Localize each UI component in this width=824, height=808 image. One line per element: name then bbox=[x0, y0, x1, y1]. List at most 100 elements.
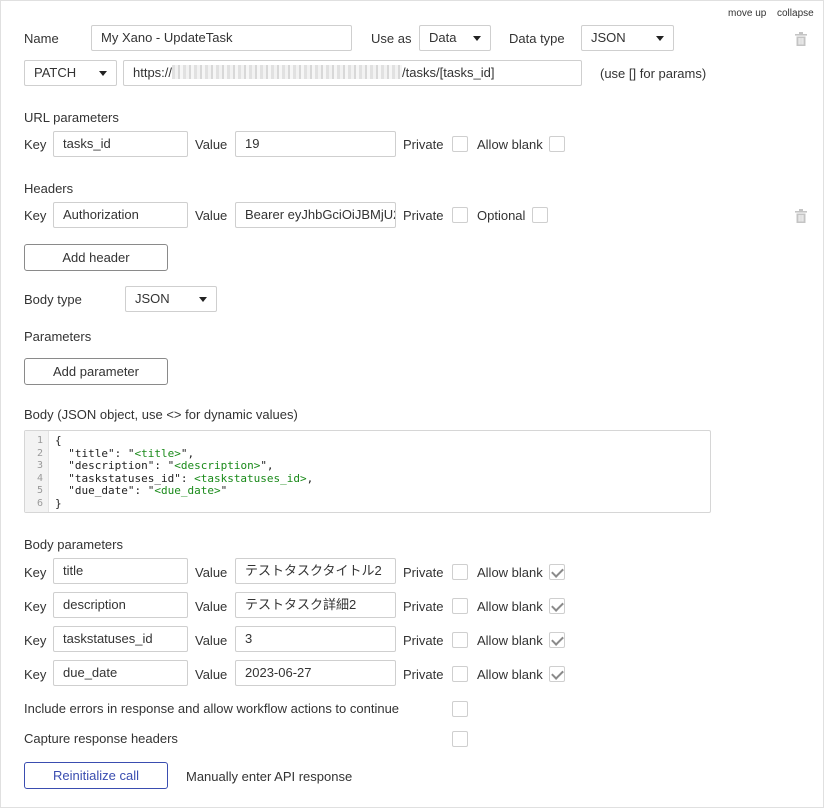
chevron-down-icon bbox=[99, 71, 107, 76]
add-parameter-button[interactable]: Add parameter bbox=[24, 358, 168, 385]
call-name-input[interactable]: My Xano - UpdateTask bbox=[91, 25, 352, 51]
include-errors-label: Include errors in response and allow wor… bbox=[24, 701, 400, 716]
url-redacted-host bbox=[172, 65, 403, 79]
move-up-link[interactable]: move up bbox=[728, 8, 766, 19]
value-label: Value bbox=[195, 633, 228, 648]
body-param-key-input[interactable]: description bbox=[53, 592, 188, 618]
key-label: Key bbox=[24, 565, 47, 580]
chevron-down-icon bbox=[656, 36, 664, 41]
value-label: Value bbox=[195, 667, 228, 682]
key-label: Key bbox=[24, 667, 47, 682]
manually-enter-response-link[interactable]: Manually enter API response bbox=[186, 769, 352, 784]
body-param-key-input[interactable]: title bbox=[53, 558, 188, 584]
use-as-label: Use as bbox=[371, 31, 412, 46]
private-label: Private bbox=[403, 599, 444, 614]
code-text: "title": " bbox=[55, 446, 135, 460]
key-label: Key bbox=[24, 633, 47, 648]
http-method-value: PATCH bbox=[34, 65, 77, 80]
code-text: } bbox=[55, 496, 62, 510]
body-param-allow-blank-checkbox[interactable] bbox=[549, 564, 565, 580]
code-text: "due_date": " bbox=[55, 484, 155, 498]
capture-headers-label: Capture response headers bbox=[24, 731, 178, 746]
use-as-select[interactable]: Data bbox=[419, 25, 491, 51]
line-number: 3 bbox=[36, 460, 43, 472]
private-label: Private bbox=[403, 667, 444, 682]
body-param-key-input[interactable]: due_date bbox=[53, 660, 188, 686]
url-suffix: /tasks/[tasks_id] bbox=[402, 65, 495, 80]
private-label: Private bbox=[403, 208, 444, 223]
header-key-input[interactable]: Authorization bbox=[53, 202, 188, 228]
value-label: Value bbox=[195, 599, 228, 614]
http-method-select[interactable]: PATCH bbox=[24, 60, 117, 86]
key-label: Key bbox=[24, 208, 47, 223]
header-value-input[interactable]: Bearer eyJhbGciOiJBMjU2 bbox=[235, 202, 396, 228]
line-number-gutter: 123456 bbox=[25, 431, 49, 512]
name-label: Name bbox=[24, 31, 59, 46]
header-private-checkbox[interactable] bbox=[452, 207, 468, 223]
url-param-private-checkbox[interactable] bbox=[452, 136, 468, 152]
body-type-select[interactable]: JSON bbox=[125, 286, 217, 312]
url-param-value-input[interactable]: 19 bbox=[235, 131, 396, 157]
add-header-button[interactable]: Add header bbox=[24, 244, 168, 271]
key-label: Key bbox=[24, 599, 47, 614]
allow-blank-label: Allow blank bbox=[477, 599, 543, 614]
collapse-link[interactable]: collapse bbox=[777, 8, 814, 19]
body-param-private-checkbox[interactable] bbox=[452, 598, 468, 614]
capture-headers-checkbox[interactable] bbox=[452, 731, 468, 747]
line-number: 1 bbox=[36, 435, 43, 446]
body-param-value-input[interactable]: テストタスクタイトル2 bbox=[235, 558, 396, 584]
data-type-label: Data type bbox=[509, 31, 565, 46]
url-param-key-input[interactable]: tasks_id bbox=[53, 131, 188, 157]
trash-icon[interactable] bbox=[795, 32, 807, 46]
private-label: Private bbox=[403, 565, 444, 580]
trash-icon[interactable] bbox=[795, 209, 807, 223]
url-input[interactable]: https:// /tasks/[tasks_id] bbox=[123, 60, 582, 86]
allow-blank-label: Allow blank bbox=[477, 137, 543, 152]
value-label: Value bbox=[195, 137, 228, 152]
code-lines: { "title": "<title>", "description": "<d… bbox=[55, 434, 313, 511]
body-param-value-input[interactable]: テストタスク詳細2 bbox=[235, 592, 396, 618]
body-param-private-checkbox[interactable] bbox=[452, 666, 468, 682]
body-param-allow-blank-checkbox[interactable] bbox=[549, 598, 565, 614]
optional-label: Optional bbox=[477, 208, 526, 223]
code-text: { bbox=[55, 434, 62, 447]
include-errors-checkbox[interactable] bbox=[452, 701, 468, 717]
body-param-value-input[interactable]: 2023-06-27 bbox=[235, 660, 396, 686]
header-optional-checkbox[interactable] bbox=[532, 207, 548, 223]
chevron-down-icon bbox=[473, 36, 481, 41]
body-param-value-input[interactable]: 3 bbox=[235, 626, 396, 652]
key-label: Key bbox=[24, 137, 47, 152]
dynamic-value-token: <title> bbox=[134, 446, 181, 460]
body-type-value: JSON bbox=[135, 291, 170, 306]
body-param-private-checkbox[interactable] bbox=[452, 632, 468, 648]
body-param-private-checkbox[interactable] bbox=[452, 564, 468, 580]
body-param-allow-blank-checkbox[interactable] bbox=[549, 632, 565, 648]
body-param-allow-blank-checkbox[interactable] bbox=[549, 666, 565, 682]
url-param-allow-blank-checkbox[interactable] bbox=[549, 136, 565, 152]
value-label: Value bbox=[195, 565, 228, 580]
code-text: ", bbox=[260, 459, 274, 473]
code-text: "taskstatuses_id": bbox=[55, 471, 195, 485]
dynamic-value-token: <due_date> bbox=[154, 484, 221, 498]
body-type-label: Body type bbox=[24, 292, 82, 307]
body-parameters-title: Body parameters bbox=[24, 537, 123, 552]
url-parameters-title: URL parameters bbox=[24, 110, 119, 125]
code-text: ", bbox=[180, 446, 195, 460]
body-json-editor[interactable]: 123456 { "title": "<title>", "descriptio… bbox=[24, 430, 711, 513]
allow-blank-label: Allow blank bbox=[477, 565, 543, 580]
reinitialize-call-button[interactable]: Reinitialize call bbox=[24, 762, 168, 789]
url-hint: (use [] for params) bbox=[600, 66, 707, 81]
private-label: Private bbox=[403, 633, 444, 648]
use-as-value: Data bbox=[429, 30, 457, 45]
value-label: Value bbox=[195, 208, 228, 223]
line-number: 4 bbox=[36, 472, 43, 484]
allow-blank-label: Allow blank bbox=[477, 633, 543, 648]
body-param-key-input[interactable]: taskstatuses_id bbox=[53, 626, 188, 652]
code-text: " bbox=[220, 484, 228, 498]
dynamic-value-token: <taskstatuses_id> bbox=[194, 471, 307, 485]
code-line: "due_date": "<due_date>" bbox=[55, 485, 313, 498]
data-type-select[interactable]: JSON bbox=[581, 25, 674, 51]
body-title: Body (JSON object, use <> for dynamic va… bbox=[24, 407, 298, 422]
url-prefix: https:// bbox=[133, 65, 173, 80]
line-number: 2 bbox=[36, 447, 43, 459]
